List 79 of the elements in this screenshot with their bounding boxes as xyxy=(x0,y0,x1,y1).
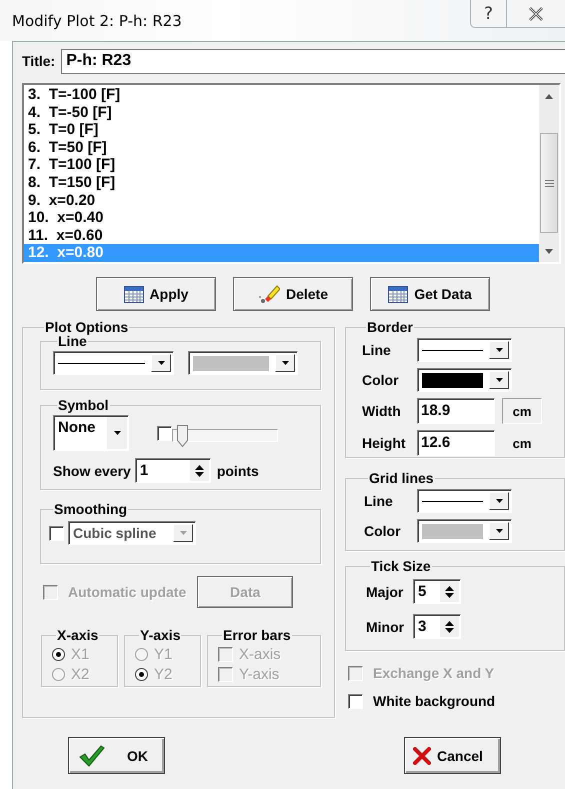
unit-label: cm xyxy=(512,434,532,452)
major-field[interactable]: 5 xyxy=(413,579,461,604)
line-style-dropdown[interactable] xyxy=(53,351,174,375)
minor-field[interactable]: 3 xyxy=(413,614,461,639)
color-label: Color xyxy=(364,523,402,539)
list-item[interactable]: 5. T=0 [F] xyxy=(24,121,539,139)
cancel-button[interactable]: Cancel xyxy=(404,737,501,774)
smoothing-method: Cubic spline xyxy=(72,524,158,543)
minor-label: Minor xyxy=(366,618,406,634)
group-title: Symbol xyxy=(57,398,110,412)
group-title: Plot Options xyxy=(44,320,130,334)
ok-button[interactable]: OK xyxy=(68,737,165,774)
points-label: points xyxy=(216,462,259,478)
group-title: Error bars xyxy=(222,628,292,642)
spin-arrows-icon[interactable] xyxy=(190,460,209,481)
table-icon xyxy=(388,286,408,302)
color-dropdown[interactable] xyxy=(188,351,298,375)
group-title: Grid lines xyxy=(368,471,435,485)
group-title: Smoothing xyxy=(53,502,128,516)
height-field[interactable]: 12.6 xyxy=(417,430,495,456)
cross-icon xyxy=(413,746,431,764)
list-item[interactable]: 7. T=100 [F] xyxy=(24,156,539,174)
unit-label: cm xyxy=(502,398,542,424)
close-icon[interactable] xyxy=(528,6,544,20)
line-label: Line xyxy=(362,342,392,358)
checkbox-label: X-axis xyxy=(239,646,281,662)
radio-label: Y1 xyxy=(154,646,172,662)
show-every-label: Show every xyxy=(53,462,131,478)
checkbox-label: Automatic update xyxy=(68,584,186,600)
show-every-field[interactable]: 1 xyxy=(134,458,211,483)
line-style-dropdown[interactable] xyxy=(417,338,512,362)
color-dropdown[interactable] xyxy=(417,368,512,392)
group-title: Line xyxy=(57,334,87,348)
width-label: Width xyxy=(362,403,402,419)
group-title: X-axis xyxy=(56,628,100,642)
list-item[interactable]: 8. T=150 [F] xyxy=(24,174,539,192)
list-item[interactable]: 4. T=-50 [F] xyxy=(24,104,539,122)
apply-button[interactable]: Apply xyxy=(96,277,216,311)
grip-icon xyxy=(544,180,554,186)
calendar-icon xyxy=(124,286,144,302)
list-item[interactable]: 3. T=-100 [F] xyxy=(24,86,539,104)
scroll-up-icon[interactable] xyxy=(545,94,553,98)
list-item[interactable]: 6. T=50 [F] xyxy=(24,138,539,156)
group-title: Tick Size xyxy=(370,559,432,573)
list-item[interactable]: 10. x=0.40 xyxy=(24,209,539,227)
color-label: Color xyxy=(362,372,400,388)
major-label: Major xyxy=(366,584,404,600)
radio-label: X2 xyxy=(71,666,90,682)
width-field[interactable]: 18.9 xyxy=(417,398,495,424)
list-item[interactable]: 11. x=0.60 xyxy=(24,226,539,244)
size-slider[interactable] xyxy=(172,424,278,446)
line-label: Line xyxy=(364,493,394,509)
radio-label: Y2 xyxy=(154,666,172,682)
checkbox-label: Exchange X and Y xyxy=(373,665,494,681)
scroll-down-icon[interactable] xyxy=(545,248,553,254)
check-icon xyxy=(79,744,105,766)
delete-button[interactable]: Delete xyxy=(233,277,353,311)
slider-thumb[interactable] xyxy=(176,424,188,446)
get-data-button[interactable]: Get Data xyxy=(370,277,490,311)
radio-label: X1 xyxy=(71,646,90,662)
group-title: Border xyxy=(366,320,414,334)
checkbox-label: Y-axis xyxy=(239,666,280,682)
checkbox-label: White background xyxy=(373,693,496,709)
window-title: Modify Plot 2: P-h: R23 xyxy=(12,12,182,30)
title-field[interactable]: P-h: R23 xyxy=(61,48,565,74)
line-style-dropdown[interactable] xyxy=(417,489,512,513)
checkbox[interactable] xyxy=(157,426,172,440)
scrollbar[interactable] xyxy=(539,85,559,262)
list-item[interactable]: 9. x=0.20 xyxy=(24,192,539,210)
spin-arrows-icon[interactable] xyxy=(440,616,459,637)
title-label: Title: xyxy=(22,53,56,69)
line-sample xyxy=(422,500,483,502)
height-label: Height xyxy=(362,435,407,451)
spin-arrows-icon[interactable] xyxy=(440,581,459,602)
group-title: Y-axis xyxy=(139,628,182,642)
color-dropdown[interactable] xyxy=(417,519,512,543)
eraser-icon xyxy=(258,284,280,304)
checkbox[interactable] xyxy=(348,694,363,708)
symbol-dropdown[interactable]: None xyxy=(53,415,129,451)
